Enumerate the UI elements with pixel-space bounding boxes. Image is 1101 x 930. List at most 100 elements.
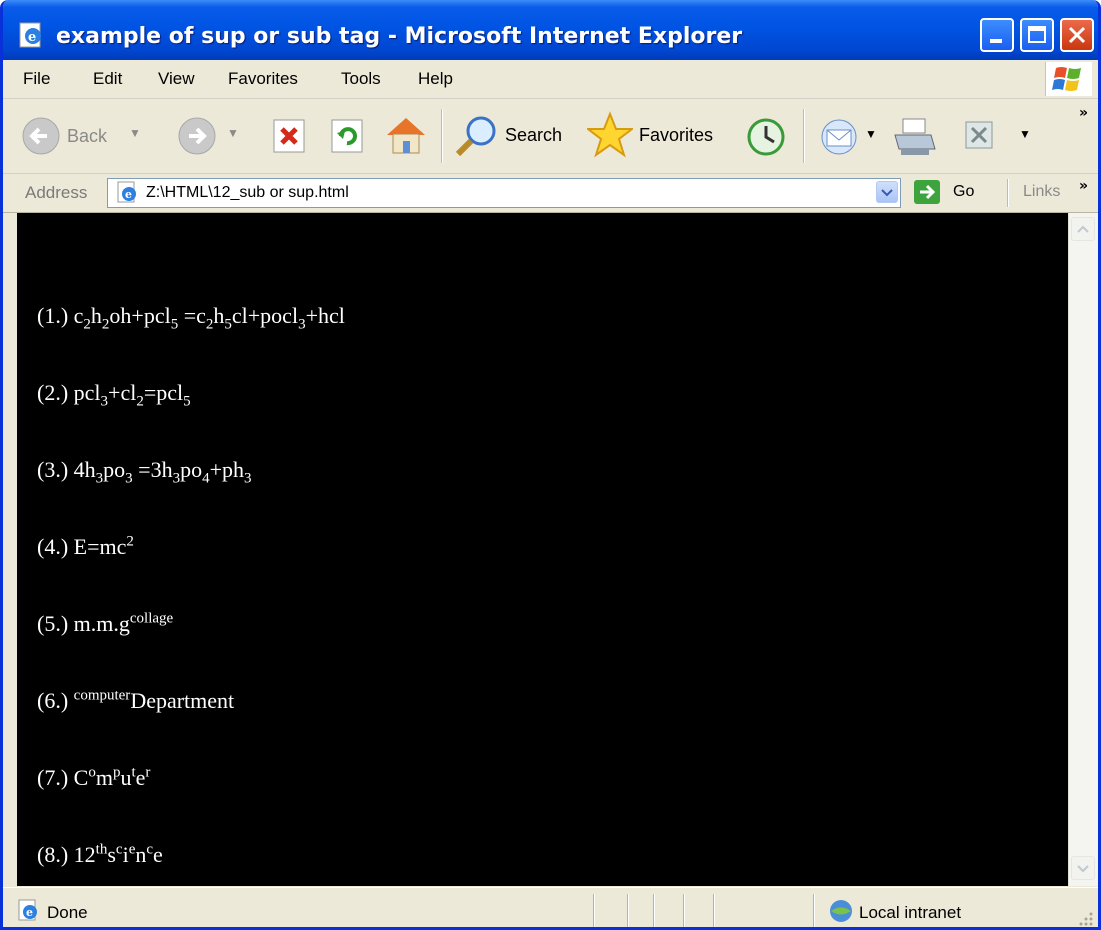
formula-line: (8.) 12thscience bbox=[37, 840, 345, 886]
menu-tools[interactable]: Tools bbox=[341, 69, 381, 89]
status-separator bbox=[713, 894, 715, 927]
favorites-button[interactable]: Favorites bbox=[585, 111, 729, 159]
line-number: (3.) bbox=[37, 457, 74, 482]
body-text: E=mc bbox=[73, 534, 127, 559]
body-text: e bbox=[153, 842, 163, 867]
line-number: (4.) bbox=[37, 534, 74, 559]
menu-view[interactable]: View bbox=[158, 69, 195, 89]
body-text: h bbox=[213, 303, 225, 328]
history-icon[interactable] bbox=[745, 117, 787, 157]
formula-line: (1.) c2h2oh+pcl5 =c2h5cl+pocl3+hcl bbox=[37, 301, 345, 378]
subscript-text: 2 bbox=[83, 316, 91, 333]
body-text: Department bbox=[130, 688, 235, 713]
formula-line: (6.) computerDepartment bbox=[37, 686, 345, 763]
back-dropdown-icon[interactable]: ▼ bbox=[129, 126, 141, 140]
chevron-up-icon bbox=[1077, 225, 1089, 233]
stop-icon[interactable] bbox=[271, 117, 309, 155]
security-zone: Local intranet bbox=[859, 903, 962, 922]
intranet-zone-icon bbox=[830, 900, 852, 922]
status-separator bbox=[813, 894, 815, 927]
svg-text:e: e bbox=[26, 906, 33, 919]
body-text: pcl bbox=[73, 380, 101, 405]
body-text: cl+pocl bbox=[231, 303, 299, 328]
resize-grip-icon[interactable] bbox=[1075, 908, 1095, 928]
title-bar[interactable]: e example of sup or sub tag - Microsoft … bbox=[3, 0, 1098, 60]
windows-logo-icon bbox=[1045, 62, 1092, 96]
line-number: (1.) bbox=[37, 303, 74, 328]
body-text: =3h bbox=[132, 457, 173, 482]
superscript-text: o bbox=[88, 764, 96, 781]
maximize-icon bbox=[1028, 26, 1046, 43]
body-text: c bbox=[73, 303, 84, 328]
print-icon[interactable] bbox=[891, 115, 939, 159]
menu-help[interactable]: Help bbox=[418, 69, 453, 89]
close-button[interactable] bbox=[1060, 18, 1094, 52]
links-button[interactable]: Links bbox=[1023, 183, 1060, 201]
mail-dropdown-icon[interactable]: ▼ bbox=[865, 127, 877, 141]
page-viewport: (1.) c2h2oh+pcl5 =c2h5cl+pocl3+hcl (2.) p… bbox=[17, 213, 1068, 886]
subscript-text: 2 bbox=[136, 393, 144, 410]
address-bar: Address e Z:\HTML\12_sub or sup.html Go … bbox=[3, 174, 1098, 213]
menu-bar: File Edit View Favorites Tools Help bbox=[3, 60, 1098, 99]
formula-line: (4.) E=mc2 bbox=[37, 532, 345, 609]
edit-icon[interactable] bbox=[963, 119, 995, 151]
line-number: (5.) bbox=[37, 611, 74, 636]
search-button[interactable]: Search bbox=[453, 111, 577, 159]
subscript-text: 3 bbox=[244, 470, 252, 487]
mail-icon bbox=[821, 119, 857, 155]
formula-line: (7.) Computer bbox=[37, 763, 345, 840]
subscript-text: 5 bbox=[224, 316, 232, 333]
favorites-label: Favorites bbox=[639, 125, 714, 145]
scroll-down-button[interactable] bbox=[1071, 856, 1095, 880]
superscript-text: r bbox=[145, 764, 151, 781]
search-label: Search bbox=[505, 125, 563, 145]
subscript-text: 3 bbox=[125, 470, 133, 487]
links-overflow[interactable]: » bbox=[1079, 178, 1088, 194]
body-text: po bbox=[180, 457, 203, 482]
body-text: m.m.g bbox=[73, 611, 130, 636]
body-text: s bbox=[107, 842, 116, 867]
menu-favorites[interactable]: Favorites bbox=[228, 69, 298, 89]
status-separator bbox=[593, 894, 595, 927]
superscript-text: computer bbox=[73, 687, 131, 704]
superscript-text: 2 bbox=[126, 533, 134, 550]
vertical-scrollbar[interactable] bbox=[1068, 213, 1098, 886]
body-text: e bbox=[135, 765, 146, 790]
status-bar: e Done Local intranet bbox=[3, 887, 1098, 928]
menu-file[interactable]: File bbox=[23, 69, 50, 89]
forward-dropdown-icon[interactable]: ▼ bbox=[227, 126, 239, 140]
go-button[interactable]: Go bbox=[913, 178, 993, 208]
refresh-icon[interactable] bbox=[329, 117, 367, 155]
superscript-text: th bbox=[95, 841, 108, 858]
minimize-icon bbox=[990, 39, 1002, 43]
toolbar-overflow[interactable]: » bbox=[1079, 105, 1088, 121]
svg-text:e: e bbox=[28, 30, 36, 45]
window-title: example of sup or sub tag - Microsoft In… bbox=[56, 24, 743, 49]
ie-page-icon: e bbox=[18, 899, 37, 921]
ie-page-icon: e bbox=[117, 181, 136, 203]
body-text: h bbox=[90, 303, 102, 328]
formula-line: (3.) 4h3po3 =3h3po4+ph3 bbox=[37, 455, 345, 532]
address-input[interactable]: e Z:\HTML\12_sub or sup.html bbox=[107, 178, 901, 208]
toolbar-separator bbox=[441, 109, 443, 163]
page-content: (1.) c2h2oh+pcl5 =c2h5cl+pocl3+hcl (2.) p… bbox=[37, 301, 345, 886]
back-button[interactable]: Back ▼ bbox=[21, 115, 171, 157]
edit-dropdown-icon[interactable]: ▼ bbox=[1019, 127, 1031, 141]
body-text: =pcl bbox=[143, 380, 184, 405]
status-separator bbox=[653, 894, 655, 927]
status-separator bbox=[683, 894, 685, 927]
address-dropdown-button[interactable] bbox=[876, 181, 898, 203]
maximize-button[interactable] bbox=[1020, 18, 1054, 52]
chevron-down-icon bbox=[881, 189, 893, 197]
scroll-up-button[interactable] bbox=[1071, 217, 1095, 241]
mail-button[interactable]: ▼ bbox=[817, 117, 881, 157]
forward-button[interactable]: ▼ bbox=[177, 115, 257, 157]
address-url: Z:\HTML\12_sub or sup.html bbox=[146, 184, 349, 201]
menu-edit[interactable]: Edit bbox=[93, 69, 122, 89]
subscript-text: 3 bbox=[298, 316, 306, 333]
minimize-button[interactable] bbox=[980, 18, 1014, 52]
browser-window: e example of sup or sub tag - Microsoft … bbox=[0, 0, 1101, 930]
subscript-text: 4 bbox=[202, 470, 210, 487]
toolbar-separator bbox=[803, 109, 805, 163]
home-icon[interactable] bbox=[383, 113, 429, 157]
